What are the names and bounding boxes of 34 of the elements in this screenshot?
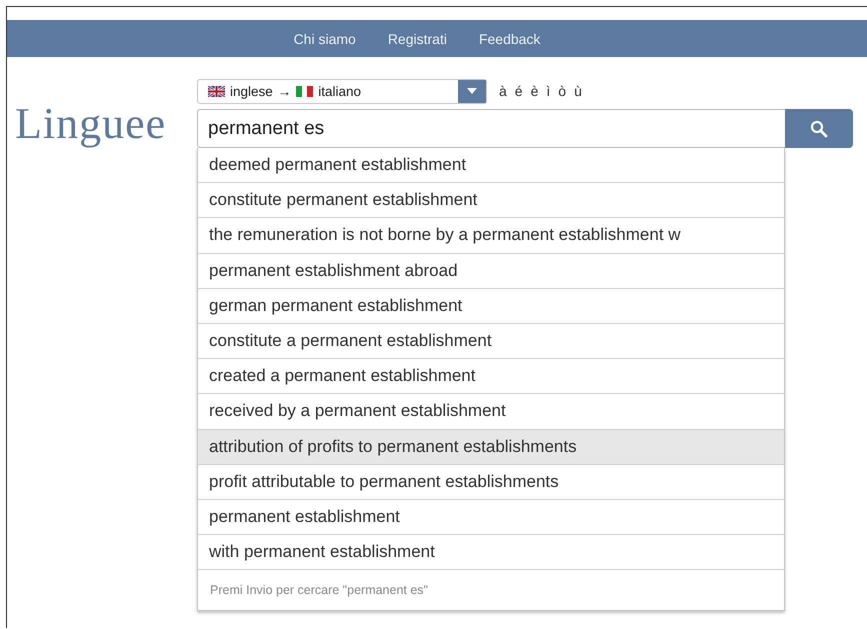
suggestion-item[interactable]: with permanent establishment: [198, 535, 784, 570]
suggestion-item[interactable]: received by a permanent establishment: [198, 394, 784, 430]
accent-key[interactable]: ì: [546, 83, 550, 99]
nav-link[interactable]: Feedback: [478, 30, 540, 46]
direction-arrow: →: [278, 84, 292, 98]
language-select[interactable]: inglese → italiano: [197, 78, 487, 104]
suggestion-item[interactable]: attribution of profits to permanent establishments: [198, 430, 784, 465]
uk-flag-icon: [208, 86, 225, 96]
logo: Linguee: [14, 98, 168, 150]
search-field[interactable]: permanent es: [197, 109, 785, 148]
suggestion-item[interactable]: permanent establishment abroad: [198, 254, 784, 289]
caret-icon: [467, 88, 477, 94]
nav-link[interactable]: Chi siamo: [294, 30, 356, 46]
accent-key[interactable]: é: [514, 83, 523, 99]
suggestion-item[interactable]: permanent establishment: [198, 500, 784, 536]
accent-key[interactable]: ù: [574, 83, 582, 99]
accent-key[interactable]: è: [530, 83, 538, 99]
target-language: italiano: [318, 84, 362, 98]
suggestion-item[interactable]: deemed permanent establishment: [198, 148, 784, 184]
search-hint: Premi Invio per cercare "permanent es": [209, 582, 429, 600]
suggestion-item[interactable]: constitute permanent establishment: [198, 183, 784, 218]
nav-link[interactable]: Registrati: [388, 30, 447, 46]
suggestion-item[interactable]: profit attributable to permanent establishments: [198, 464, 784, 500]
suggestion-item[interactable]: german permanent establishment: [198, 288, 784, 324]
source-language: inglese: [230, 84, 273, 98]
italy-flag-icon: [296, 86, 314, 96]
suggestion-item[interactable]: constitute a permanent establishment: [198, 324, 784, 360]
suggestion-item[interactable]: created a permanent establishment: [198, 359, 784, 394]
search-icon: [810, 120, 828, 138]
suggestion-item[interactable]: the remuneration is not borne by a permanent establishment w: [198, 218, 784, 254]
search-button[interactable]: [785, 109, 853, 148]
accent-key[interactable]: ò: [558, 83, 566, 99]
dropdown-button[interactable]: [458, 80, 486, 102]
accent-key[interactable]: à: [499, 83, 507, 99]
